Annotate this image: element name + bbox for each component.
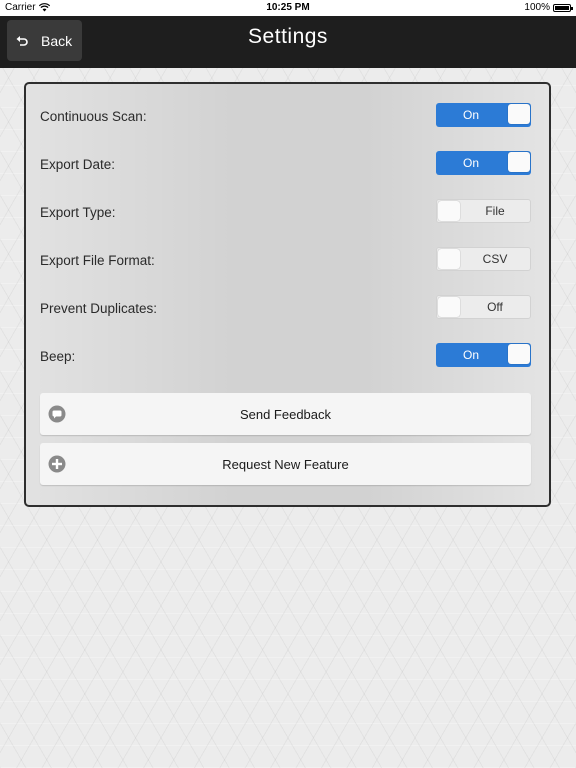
continuous-scan-toggle[interactable]: On (436, 103, 531, 127)
toggle-value: On (462, 348, 479, 362)
request-new-feature-button[interactable]: Request New Feature (40, 443, 531, 485)
beep-toggle[interactable]: On (436, 343, 531, 367)
navigation-bar: Back Settings (0, 16, 576, 68)
prevent-duplicates-toggle[interactable]: Off (436, 295, 531, 319)
setting-label: Prevent Duplicates: (40, 301, 158, 316)
status-bar: Carrier 10:25 PM 100% (0, 0, 576, 16)
setting-row-prevent-duplicates: Prevent Duplicates: Off (40, 295, 537, 327)
toggle-value: On (462, 108, 479, 122)
page-title: Settings (248, 25, 328, 48)
setting-label: Export Date: (40, 157, 116, 172)
toggle-knob (508, 344, 530, 364)
toggle-knob (508, 104, 530, 124)
setting-row-export-file-format: Export File Format: CSV (40, 247, 537, 279)
toggle-value: Off (487, 300, 503, 314)
setting-label: Export File Format: (40, 253, 155, 268)
setting-row-beep: Beep: On (40, 343, 537, 375)
status-time: 10:25 PM (266, 2, 310, 13)
export-date-toggle[interactable]: On (436, 151, 531, 175)
setting-row-export-type: Export Type: File (40, 199, 537, 231)
toggle-value: CSV (482, 252, 508, 266)
setting-label: Beep: (40, 349, 76, 364)
battery-percent: 100% (524, 2, 550, 13)
toggle-value: On (462, 156, 479, 170)
setting-label: Export Type: (40, 205, 116, 220)
toggle-knob (438, 249, 460, 269)
battery-icon (553, 3, 573, 12)
toggle-knob (508, 152, 530, 172)
toggle-knob (438, 297, 460, 317)
export-file-format-toggle[interactable]: CSV (436, 247, 531, 271)
toggle-knob (438, 201, 460, 221)
setting-row-continuous-scan: Continuous Scan: On (40, 103, 537, 135)
setting-label: Continuous Scan: (40, 109, 147, 124)
send-feedback-label: Send Feedback (239, 406, 332, 422)
status-right: 100% (524, 2, 573, 13)
request-new-feature-label: Request New Feature (222, 456, 349, 472)
toggle-value: File (485, 204, 505, 218)
setting-row-export-date: Export Date: On (40, 151, 537, 183)
settings-panel: Continuous Scan: On Export Date: On Expo… (24, 82, 551, 507)
send-feedback-button[interactable]: Send Feedback (40, 393, 531, 435)
export-type-toggle[interactable]: File (436, 199, 531, 223)
